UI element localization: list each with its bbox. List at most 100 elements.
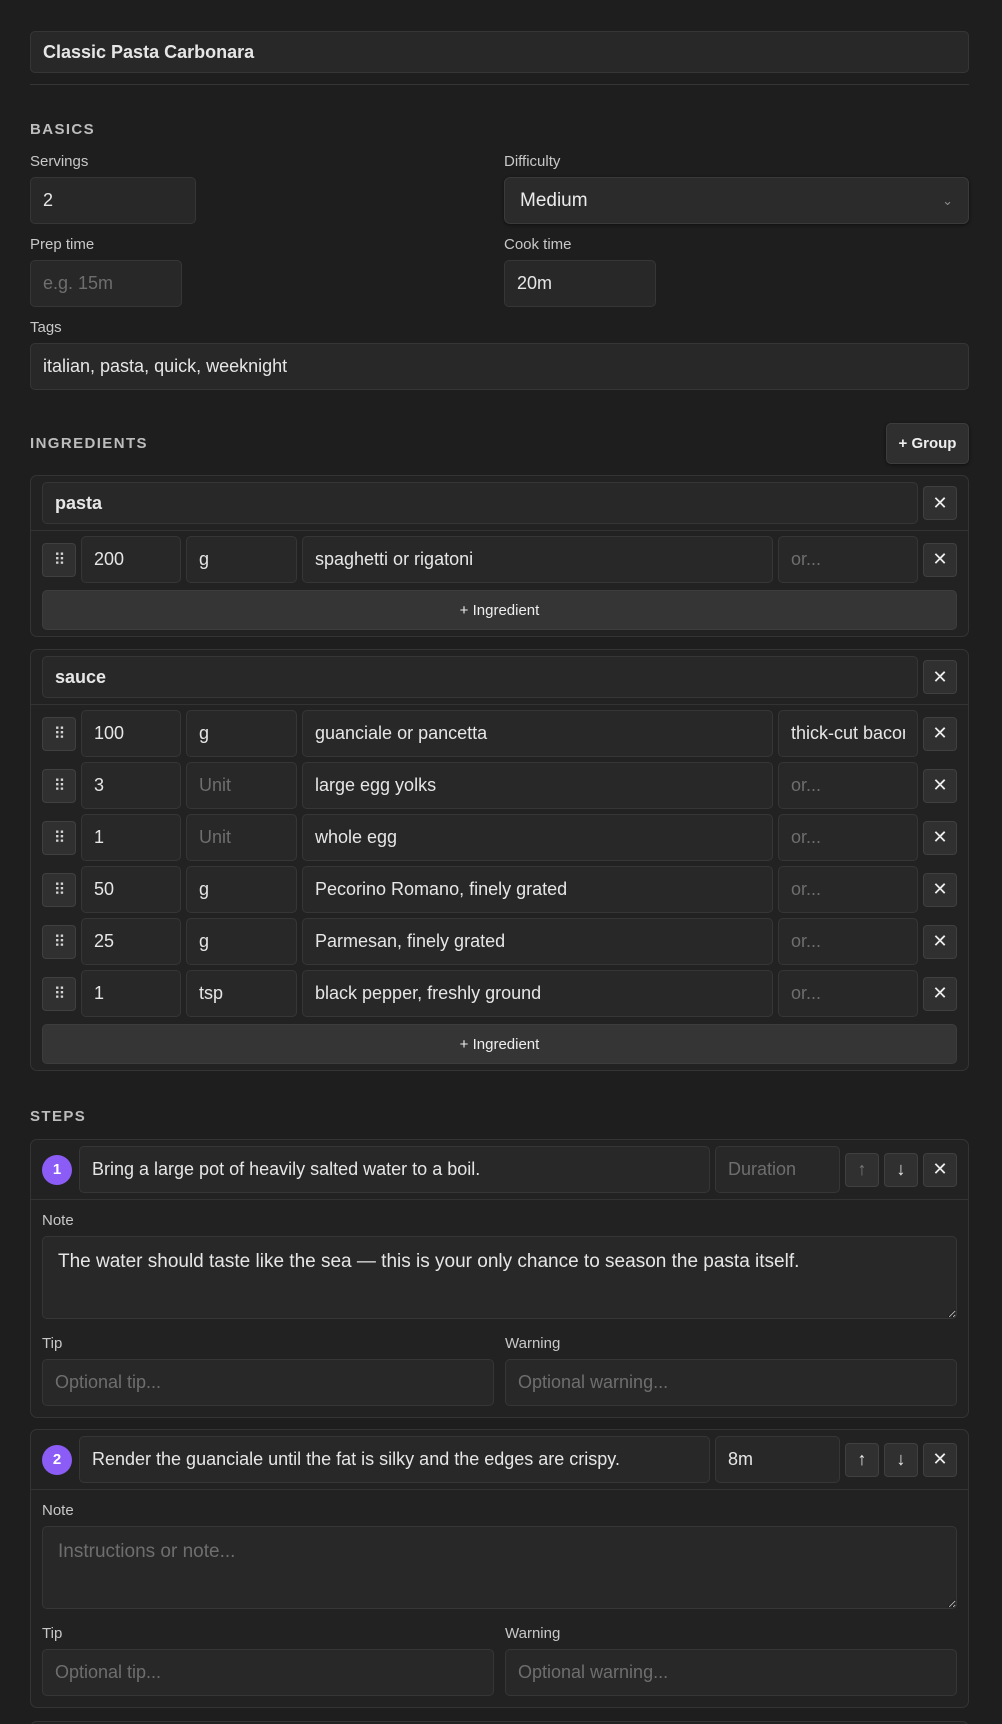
remove-ingredient-button[interactable]: ✕	[923, 820, 957, 855]
cook-time-input[interactable]	[504, 260, 656, 307]
substitute-input[interactable]	[778, 918, 918, 965]
substitute-input[interactable]	[778, 970, 918, 1017]
close-icon: ✕	[932, 931, 948, 951]
step-warning-input[interactable]	[505, 1359, 957, 1406]
ingredient-row: ⠿ ✕	[31, 757, 968, 809]
remove-ingredient-button[interactable]: ✕	[923, 542, 957, 577]
arrow-down-icon: ↓	[896, 1159, 906, 1179]
add-ingredient-button[interactable]: + Ingredient	[42, 1024, 957, 1064]
quantity-input[interactable]	[81, 866, 181, 913]
ingredient-group: ✕ ⠿ ✕ ⠿ ✕ ⠿ ✕ ⠿	[30, 649, 969, 1071]
ingredient-name-input[interactable]	[302, 536, 773, 583]
tip-label: Tip	[42, 1335, 63, 1352]
unit-input[interactable]	[186, 536, 297, 583]
ingredient-row: ⠿ ✕	[31, 531, 968, 583]
close-icon: ✕	[932, 492, 948, 513]
step-tip-input[interactable]	[42, 1649, 494, 1696]
close-icon: ✕	[932, 666, 948, 687]
substitute-input[interactable]	[778, 536, 918, 583]
move-down-button[interactable]: ↓	[884, 1152, 918, 1187]
substitute-input[interactable]	[778, 762, 918, 809]
close-icon: ✕	[932, 775, 948, 795]
warning-label: Warning	[505, 1625, 561, 1642]
ingredient-name-input[interactable]	[302, 970, 773, 1017]
step-tip-input[interactable]	[42, 1359, 494, 1406]
unit-input[interactable]	[186, 710, 297, 757]
drag-handle-icon[interactable]: ⠿	[42, 872, 76, 907]
step-note-textarea[interactable]: The water should taste like the sea — th…	[42, 1236, 957, 1319]
remove-group-button[interactable]: ✕	[923, 660, 957, 694]
recipe-editor: BASICS Servings Difficulty Medium ⌄ Prep…	[30, 31, 969, 1724]
close-icon: ✕	[932, 549, 948, 569]
drag-handle-icon[interactable]: ⠿	[42, 976, 76, 1011]
step-instruction-input[interactable]	[79, 1436, 710, 1483]
steps-section-label: STEPS	[30, 1108, 87, 1125]
arrow-up-icon: ↑	[857, 1159, 867, 1179]
close-icon: ✕	[932, 723, 948, 743]
difficulty-label: Difficulty	[504, 153, 561, 170]
quantity-input[interactable]	[81, 710, 181, 757]
drag-handle-icon[interactable]: ⠿	[42, 768, 76, 803]
drag-handle-icon[interactable]: ⠿	[42, 924, 76, 959]
unit-input[interactable]	[186, 970, 297, 1017]
ingredient-name-input[interactable]	[302, 918, 773, 965]
quantity-input[interactable]	[81, 970, 181, 1017]
ingredients-section-label: INGREDIENTS	[30, 435, 148, 452]
step-warning-input[interactable]	[505, 1649, 957, 1696]
ingredient-row: ⠿ ✕	[31, 705, 968, 757]
remove-step-button[interactable]: ✕	[923, 1442, 957, 1477]
ingredient-name-input[interactable]	[302, 710, 773, 757]
recipe-title-input[interactable]	[30, 31, 969, 73]
quantity-input[interactable]	[81, 918, 181, 965]
move-down-button[interactable]: ↓	[884, 1442, 918, 1477]
remove-ingredient-button[interactable]: ✕	[923, 976, 957, 1011]
drag-handle-icon[interactable]: ⠿	[42, 820, 76, 855]
prep-time-input[interactable]	[30, 260, 182, 307]
substitute-input[interactable]	[778, 814, 918, 861]
group-name-input[interactable]	[42, 656, 918, 698]
remove-ingredient-button[interactable]: ✕	[923, 768, 957, 803]
step-duration-input[interactable]	[715, 1146, 840, 1193]
note-label: Note	[42, 1212, 74, 1229]
quantity-input[interactable]	[81, 762, 181, 809]
tags-input[interactable]	[30, 343, 969, 390]
add-ingredient-button[interactable]: + Ingredient	[42, 590, 957, 630]
substitute-input[interactable]	[778, 710, 918, 757]
step-instruction-input[interactable]	[79, 1146, 710, 1193]
unit-input[interactable]	[186, 918, 297, 965]
close-icon: ✕	[932, 827, 948, 847]
chevron-down-icon: ⌄	[942, 192, 953, 208]
remove-ingredient-button[interactable]: ✕	[923, 872, 957, 907]
group-name-input[interactable]	[42, 482, 918, 524]
note-label: Note	[42, 1502, 74, 1519]
add-group-button[interactable]: + Group	[886, 423, 969, 464]
ingredient-row: ⠿ ✕	[31, 913, 968, 965]
quantity-input[interactable]	[81, 536, 181, 583]
unit-input[interactable]	[186, 866, 297, 913]
remove-ingredient-button[interactable]: ✕	[923, 716, 957, 751]
substitute-input[interactable]	[778, 866, 918, 913]
difficulty-select[interactable]: Medium ⌄	[504, 177, 969, 224]
remove-ingredient-button[interactable]: ✕	[923, 924, 957, 959]
step-note-textarea[interactable]	[42, 1526, 957, 1609]
remove-group-button[interactable]: ✕	[923, 486, 957, 520]
basics-section-label: BASICS	[30, 121, 96, 138]
ingredient-name-input[interactable]	[302, 866, 773, 913]
ingredient-name-input[interactable]	[302, 762, 773, 809]
drag-handle-icon[interactable]: ⠿	[42, 542, 76, 577]
remove-step-button[interactable]: ✕	[923, 1152, 957, 1187]
move-up-button[interactable]: ↑	[845, 1442, 879, 1477]
close-icon: ✕	[932, 983, 948, 1003]
move-up-button[interactable]: ↑	[845, 1152, 879, 1187]
servings-input[interactable]	[30, 177, 196, 224]
unit-input[interactable]	[186, 814, 297, 861]
prep-time-label: Prep time	[30, 236, 95, 253]
step-number-badge: 1	[42, 1154, 72, 1185]
tip-label: Tip	[42, 1625, 63, 1642]
unit-input[interactable]	[186, 762, 297, 809]
quantity-input[interactable]	[81, 814, 181, 861]
servings-label: Servings	[30, 153, 89, 170]
step-duration-input[interactable]	[715, 1436, 840, 1483]
ingredient-name-input[interactable]	[302, 814, 773, 861]
drag-handle-icon[interactable]: ⠿	[42, 716, 76, 751]
